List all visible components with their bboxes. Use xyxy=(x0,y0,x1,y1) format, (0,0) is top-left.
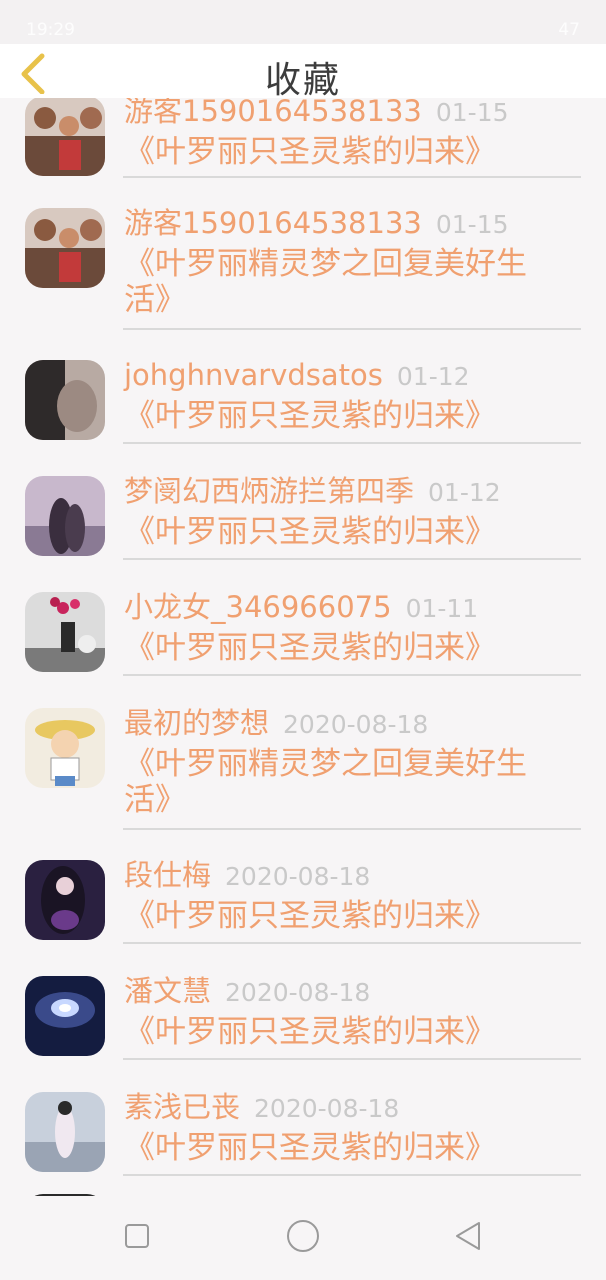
username-text: 素浅已丧 xyxy=(124,1090,241,1124)
favorite-date: 01-12 xyxy=(428,478,501,507)
favorite-book-title[interactable]: 《叶罗丽只圣灵紫的归来》 xyxy=(124,398,544,434)
favorite-book-title[interactable]: 《叶罗丽只圣灵紫的归来》 xyxy=(124,630,544,666)
favorite-username: 最初的梦想 2020-08-18 xyxy=(124,704,428,744)
username-text: 段仕梅 xyxy=(124,858,212,892)
avatar xyxy=(25,708,105,788)
favorite-date: 2020-08-18 xyxy=(225,978,371,1007)
avatar xyxy=(25,592,105,672)
avatar xyxy=(25,360,105,440)
favorite-date: 01-11 xyxy=(405,594,479,623)
status-time: 19:29 xyxy=(26,20,75,40)
divider xyxy=(123,442,581,444)
favorites-list[interactable]: 游客1590164538133 01-15 《叶罗丽只圣灵紫的归来》 游客1590… xyxy=(0,0,606,1196)
favorite-username: johghnvarvdsatos 01-12 xyxy=(124,356,470,396)
favorite-date: 01-15 xyxy=(435,210,509,239)
favorite-book-title[interactable]: 《叶罗丽只圣灵紫的归来》 xyxy=(124,1130,544,1166)
favorite-book-title[interactable]: 《叶罗丽精灵梦之回复美好生活》 xyxy=(124,246,544,318)
avatar xyxy=(25,976,105,1056)
page-title: 收藏 xyxy=(264,60,341,101)
square-icon xyxy=(125,1224,149,1248)
username-text: johghnvarvdsatos xyxy=(124,358,383,392)
divider xyxy=(123,828,581,830)
battery-level: 47 xyxy=(558,20,580,40)
favorite-book-title[interactable]: 《叶罗丽只圣灵紫的归来》 xyxy=(124,514,544,550)
favorite-username: 素浅已丧 2020-08-18 xyxy=(124,1088,399,1128)
avatar xyxy=(25,860,105,940)
favorite-username: 小龙女_346966075 01-11 xyxy=(124,588,478,628)
app-bar: 收藏 xyxy=(0,44,606,101)
home-button[interactable] xyxy=(283,1216,323,1256)
username-text: 梦阌幻西炳游拦第四季 xyxy=(124,474,415,508)
divider xyxy=(123,942,581,944)
favorite-username: 段仕梅 2020-08-18 xyxy=(124,856,370,896)
favorite-book-title[interactable]: 《叶罗丽只圣灵紫的归来》 xyxy=(124,1014,544,1050)
divider xyxy=(123,1174,581,1176)
username-text: 潘文慧 xyxy=(124,974,212,1008)
favorite-username: 潘文慧 2020-08-18 xyxy=(124,972,370,1012)
divider xyxy=(123,558,581,560)
status-bar: 19:29 47 xyxy=(0,0,606,44)
username-text: 最初的梦想 xyxy=(124,706,270,740)
avatar xyxy=(25,476,105,556)
favorite-date: 01-12 xyxy=(396,362,470,391)
triangle-icon xyxy=(456,1222,480,1250)
divider xyxy=(123,328,581,330)
circle-icon xyxy=(287,1220,319,1252)
favorite-book-title[interactable]: 《叶罗丽精灵梦之回复美好生活》 xyxy=(124,746,544,818)
recent-apps-button[interactable] xyxy=(117,1216,157,1256)
avatar xyxy=(25,96,105,176)
favorite-date: 2020-08-18 xyxy=(283,710,429,739)
username-text: 小龙女_346966075 xyxy=(124,590,392,624)
favorite-date: 2020-08-18 xyxy=(225,862,371,891)
favorite-username: 梦阌幻西炳游拦第四季 01-12 xyxy=(124,472,501,512)
favorite-date: 2020-08-18 xyxy=(254,1094,400,1123)
divider xyxy=(123,1058,581,1060)
favorite-book-title[interactable]: 《叶罗丽只圣灵紫的归来》 xyxy=(124,898,544,934)
favorite-username: 游客1590164538133 01-15 xyxy=(124,204,509,244)
username-text: 游客1590164538133 xyxy=(124,206,422,240)
divider xyxy=(123,674,581,676)
favorite-book-title[interactable]: 《叶罗丽只圣灵紫的归来》 xyxy=(124,134,544,170)
divider xyxy=(123,176,581,178)
avatar xyxy=(25,1092,105,1172)
system-nav-bar xyxy=(0,1196,606,1280)
avatar xyxy=(25,208,105,288)
back-nav-button[interactable] xyxy=(449,1216,489,1256)
